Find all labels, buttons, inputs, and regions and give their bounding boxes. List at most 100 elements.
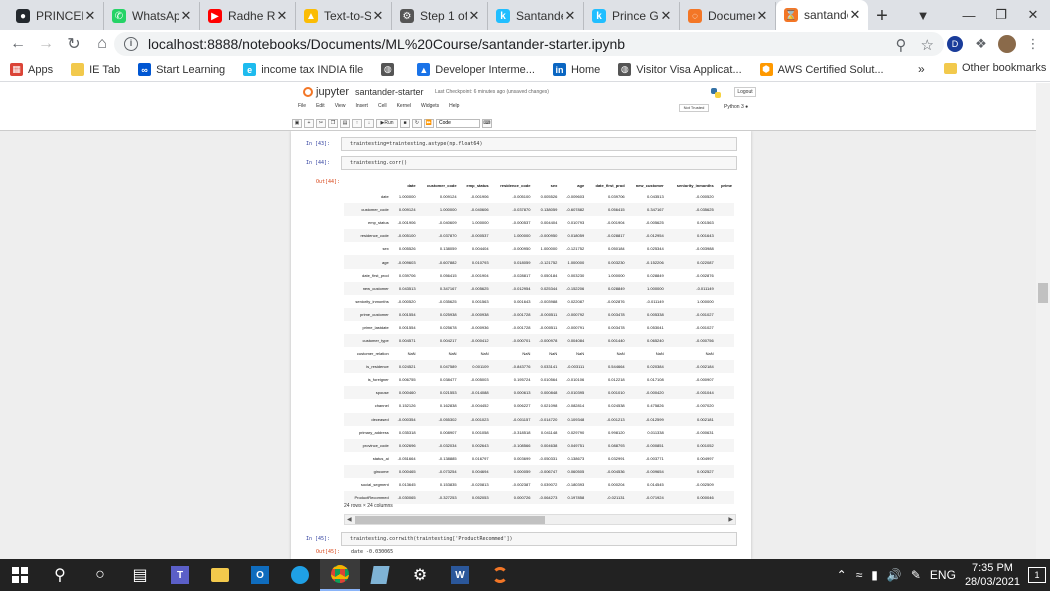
scroll-left-icon[interactable]: ◀ [347, 515, 352, 525]
menu-item[interactable]: Kernel [397, 103, 411, 109]
address-bar[interactable]: i localhost:8888/notebooks/Documents/ML%… [114, 32, 944, 56]
close-icon[interactable]: ✕ [659, 8, 673, 24]
browser-tab[interactable]: k Santande ✕ [488, 2, 584, 30]
home-button[interactable]: ⌂ [88, 30, 116, 58]
close-icon[interactable]: ✕ [179, 8, 193, 24]
more-menu-icon[interactable]: ⋮ [1022, 33, 1044, 55]
restart-icon[interactable]: ↻ [412, 118, 422, 128]
menu-item[interactable]: Edit [316, 103, 325, 109]
trusted-indicator[interactable]: Not Trusted [679, 104, 709, 112]
close-icon[interactable]: ✕ [83, 8, 97, 24]
bookmark-item[interactable]: e income tax INDIA file [243, 63, 363, 76]
edge-icon[interactable] [280, 559, 320, 591]
volume-icon[interactable]: 🔊 [887, 568, 902, 582]
new-tab-button[interactable]: + [868, 2, 896, 30]
browser-tab[interactable]: ▲ Text-to-S ✕ [296, 2, 392, 30]
settings-gear-icon[interactable]: ⚙ [400, 559, 440, 591]
battery-icon[interactable]: ▮ [871, 568, 878, 582]
jupyter-taskbar-icon[interactable] [480, 559, 520, 591]
restart-run-all-icon[interactable]: ⏩ [424, 118, 434, 128]
outlook-icon[interactable]: O [240, 559, 280, 591]
close-icon[interactable]: ✕ [371, 8, 385, 24]
interrupt-icon[interactable]: ■ [400, 118, 410, 128]
chrome-taskbar-icon[interactable] [320, 559, 360, 591]
menu-item[interactable]: File [298, 103, 306, 109]
paste-icon[interactable]: ▤ [340, 118, 350, 128]
save-icon[interactable]: ▣ [292, 118, 302, 128]
scroll-right-icon[interactable]: ▶ [728, 515, 733, 525]
logout-button[interactable]: Logout [734, 87, 756, 97]
task-view-icon[interactable]: ▤ [120, 559, 160, 591]
cortana-icon[interactable]: ○ [80, 559, 120, 591]
cell-44-code[interactable]: traintesting.corr() [341, 156, 737, 170]
close-icon[interactable]: ✕ [467, 8, 481, 24]
chrome-menu-icon[interactable]: ▼ [900, 0, 946, 30]
scrollbar-thumb[interactable] [355, 516, 545, 524]
menu-item[interactable]: View [335, 103, 346, 109]
close-icon[interactable]: ✕ [275, 8, 289, 24]
menu-item[interactable]: Help [449, 103, 459, 109]
cell-45-code[interactable]: traintesting.corrwith(traintesting['Prod… [341, 532, 737, 546]
language-indicator[interactable]: ENG [930, 568, 956, 582]
bookmark-star-icon[interactable]: ☆ [921, 36, 934, 54]
notepad-icon[interactable] [360, 559, 400, 591]
word-icon[interactable]: W [440, 559, 480, 591]
page-vertical-scrollbar[interactable] [1036, 83, 1050, 559]
extensions-puzzle-icon[interactable]: ❖ [970, 33, 992, 55]
browser-tab[interactable]: k Prince Gr ✕ [584, 2, 680, 30]
bookmark-item[interactable]: ▦ Apps [10, 63, 53, 76]
cell-type-select[interactable]: Code [436, 118, 480, 128]
clock[interactable]: 7:35 PM 28/03/2021 [965, 561, 1020, 589]
search-icon[interactable]: ⚲ [40, 559, 80, 591]
cut-icon[interactable]: ✂ [316, 118, 326, 128]
close-window-button[interactable]: ✕ [1010, 0, 1050, 30]
browser-tab[interactable]: ● PRINCEM✕ [8, 2, 104, 30]
copy-icon[interactable]: ❐ [328, 118, 338, 128]
bookmark-item[interactable]: in Home [552, 63, 600, 76]
close-icon[interactable]: ✕ [563, 8, 577, 24]
command-palette-icon[interactable]: ⌨ [482, 118, 492, 128]
cell-43-code[interactable]: traintesting=traintesting.astype(np.floa… [341, 137, 737, 151]
move-up-icon[interactable]: ↑ [352, 118, 362, 128]
reload-button[interactable]: ↻ [60, 30, 88, 58]
bookmark-item[interactable]: ∞ Start Learning [138, 63, 225, 76]
dashlane-extension-icon[interactable]: D [944, 33, 966, 55]
browser-tab[interactable]: ▶ Radhe Ra✕ [200, 2, 296, 30]
forward-button[interactable]: → [32, 30, 60, 58]
browser-tab[interactable]: ◌ Documen ✕ [680, 2, 776, 30]
close-icon[interactable]: ✕ [755, 8, 769, 24]
move-down-icon[interactable]: ↓ [364, 118, 374, 128]
wifi-icon[interactable]: ≈ [856, 568, 863, 582]
teams-icon[interactable]: T [160, 559, 200, 591]
run-button[interactable]: ▶Run [376, 118, 398, 128]
bookmark-item[interactable]: ▲ Developer Interme... [417, 63, 535, 76]
notification-center-icon[interactable]: 1 [1028, 567, 1046, 583]
table-cell: 0.000465 [390, 464, 418, 478]
insert-cell-icon[interactable]: + [304, 118, 314, 128]
bookmarks-more-button[interactable]: » [918, 62, 925, 76]
show-hidden-icons[interactable]: ⌃ [837, 568, 847, 582]
browser-tab[interactable]: ✆ WhatsAp ✕ [104, 2, 200, 30]
zoom-icon[interactable]: ⚲ [896, 36, 907, 54]
file-explorer-icon[interactable] [200, 559, 240, 591]
table-horizontal-scrollbar[interactable]: ◀ ▶ [344, 514, 736, 525]
other-bookmarks[interactable]: Other bookmarks [944, 62, 1046, 74]
bookmark-item[interactable]: ◍ Visitor Visa Applicat... [618, 63, 742, 76]
notebook-name[interactable]: santander-starter [355, 87, 424, 97]
menu-item[interactable]: Widgets [421, 103, 439, 109]
profile-avatar[interactable] [996, 33, 1018, 55]
back-button[interactable]: ← [4, 30, 32, 58]
menu-item[interactable]: Cell [378, 103, 387, 109]
menu-item[interactable]: Insert [355, 103, 368, 109]
site-info-icon[interactable]: i [124, 37, 138, 51]
windows-start-icon[interactable] [0, 559, 40, 591]
pen-icon[interactable]: ✎ [911, 568, 921, 582]
browser-tab[interactable]: ⚙ Step 1 of ✕ [392, 2, 488, 30]
close-icon[interactable]: ✕ [848, 7, 862, 23]
page-scrollbar-thumb[interactable] [1038, 283, 1048, 303]
bookmark-item[interactable]: ⬢ AWS Certified Solut... [759, 63, 884, 76]
browser-tab[interactable]: ⌛ santande✕ [776, 0, 868, 30]
jupyter-logo[interactable]: jupyter [303, 86, 349, 98]
bookmark-item[interactable]: ◍ [381, 63, 399, 76]
bookmark-item[interactable]: IE Tab [71, 63, 120, 76]
